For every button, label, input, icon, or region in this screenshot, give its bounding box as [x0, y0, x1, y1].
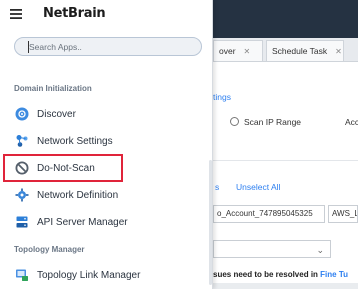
scan-ip-range-radio[interactable]: [230, 117, 239, 126]
tab-label: Schedule Task: [272, 46, 328, 56]
app-top-bar: [213, 0, 358, 38]
warning-text: sues need to be resolved in: [213, 270, 318, 279]
netbrain-logo: NetBrain: [43, 6, 106, 21]
select-link[interactable]: s: [215, 182, 219, 192]
hamburger-menu-icon[interactable]: [9, 7, 23, 21]
dropdown-select[interactable]: ⌄: [213, 240, 331, 258]
menu-item-label: Topology Link Manager: [37, 269, 141, 281]
topology-link-icon: [15, 268, 29, 282]
section-title-topology-manager: Topology Manager: [14, 245, 85, 254]
menu-item-label: API Server Manager: [37, 216, 128, 228]
menu-item-label: Discover: [37, 108, 76, 120]
menu-item-network-definition[interactable]: Network Definition: [8, 184, 208, 206]
tab-discover[interactable]: over ✕: [213, 40, 263, 61]
close-icon[interactable]: ✕: [335, 47, 342, 56]
menu-item-network-settings[interactable]: Network Settings: [8, 130, 208, 152]
menu-item-discover[interactable]: Discover: [8, 103, 208, 125]
menu-item-label: Network Definition: [37, 189, 119, 201]
highlight-box: [3, 154, 123, 182]
menu-item-api-server-manager[interactable]: API Server Manager: [8, 211, 208, 233]
aws-field[interactable]: AWS_La: [328, 205, 358, 223]
tab-label: over: [219, 46, 236, 56]
chevron-down-icon: ⌄: [316, 245, 324, 255]
warning-message: sues need to be resolved in Fine Tu: [213, 270, 348, 279]
divider: [213, 160, 358, 161]
search-apps-input[interactable]: [29, 40, 194, 54]
close-icon[interactable]: ✕: [244, 47, 251, 56]
tab-strip: over ✕ Schedule Task ✕: [213, 38, 358, 62]
fine-tune-link[interactable]: Fine Tu: [320, 270, 348, 279]
tab-schedule-task[interactable]: Schedule Task ✕: [266, 40, 344, 61]
section-title-domain-initialization: Domain Initialization: [14, 84, 92, 93]
app-navigation-panel: NetBrain Domain Initialization Discover …: [0, 0, 213, 289]
menu-item-label: Network Settings: [37, 135, 113, 147]
scan-ip-range-label: Scan IP Range: [244, 117, 302, 127]
unselect-all-link[interactable]: Unselect All: [236, 182, 280, 192]
settings-link[interactable]: tings: [213, 92, 231, 102]
account-field[interactable]: o_Account_747895045325: [213, 205, 325, 223]
menu-item-topology-link-manager[interactable]: Topology Link Manager: [8, 264, 208, 286]
scrollbar[interactable]: [209, 160, 212, 285]
bottom-bar: [213, 283, 358, 289]
network-settings-icon: [15, 134, 29, 148]
search-apps-box[interactable]: [14, 37, 202, 56]
api-server-icon: [15, 215, 29, 229]
network-definition-icon: [15, 188, 29, 202]
account-option-label: Acc: [345, 117, 358, 127]
discover-icon: [15, 107, 29, 121]
